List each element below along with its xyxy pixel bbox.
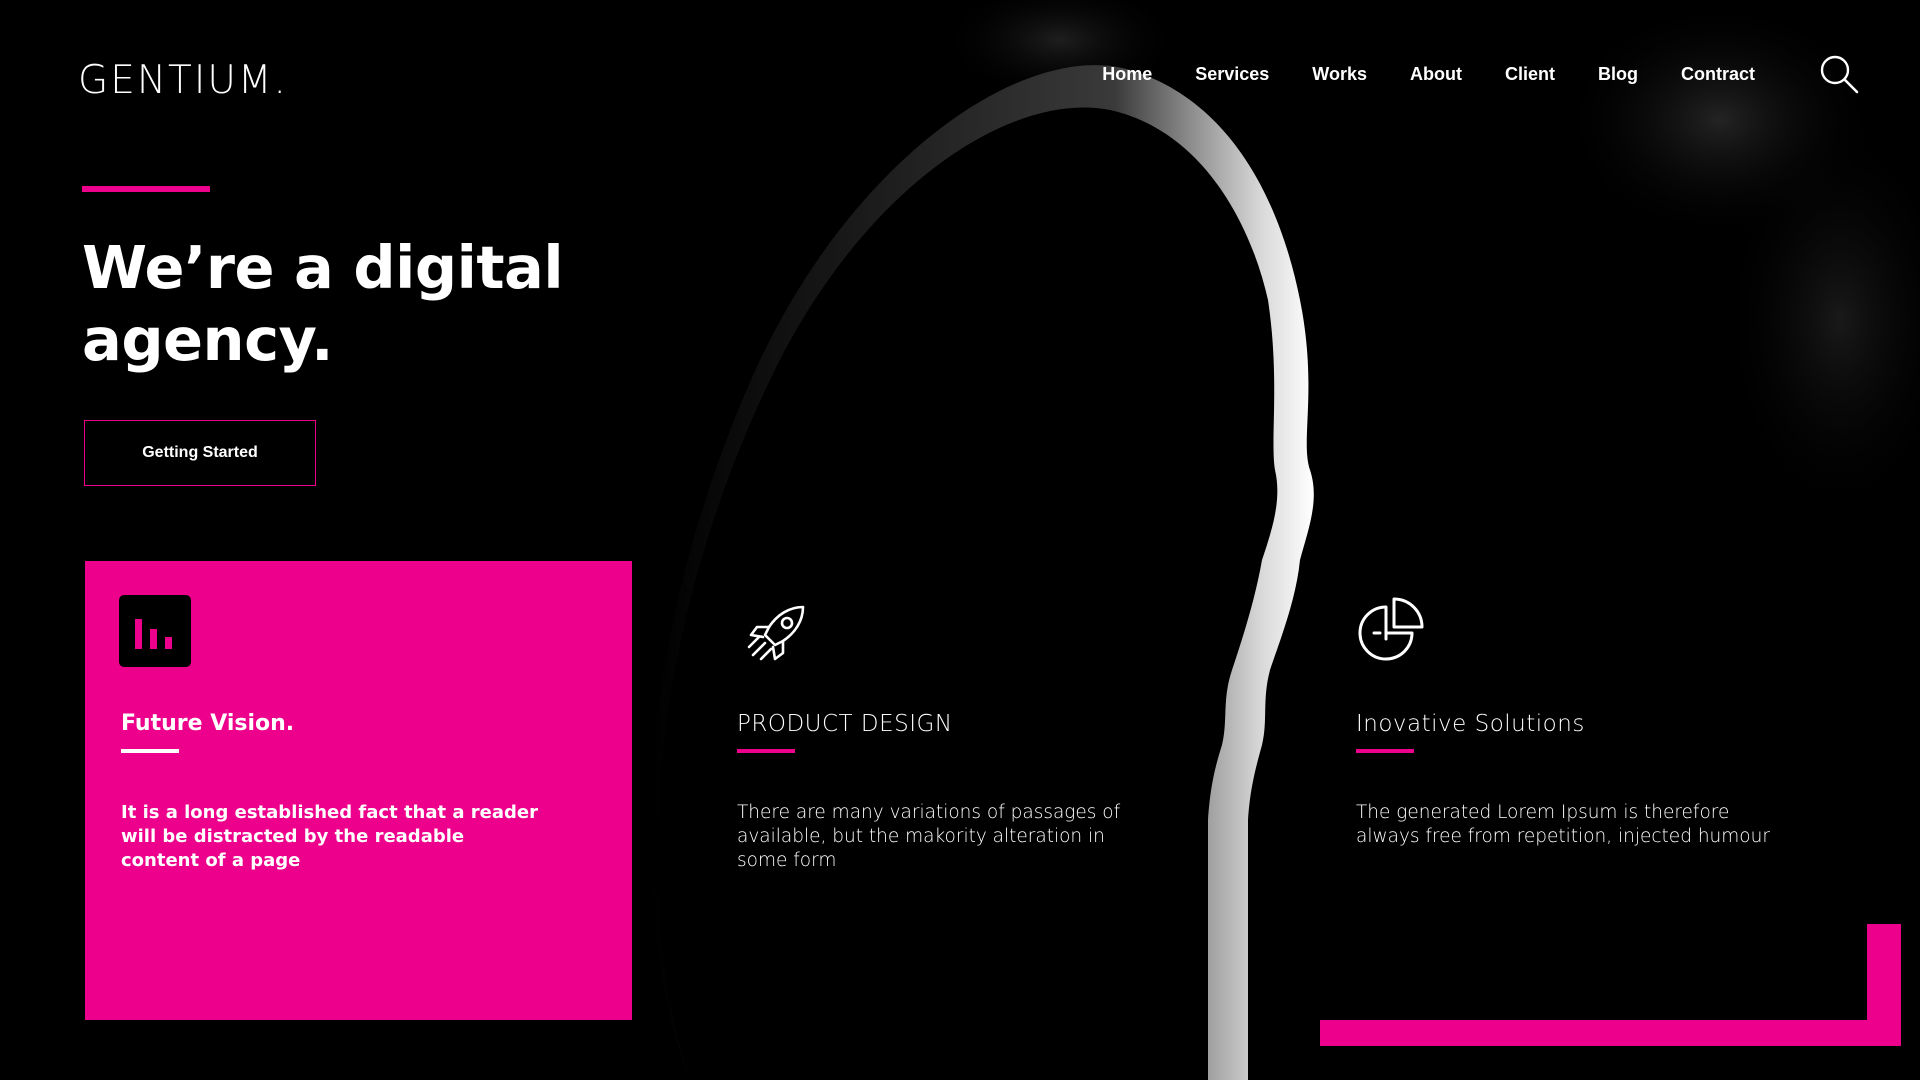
feature-title-underline [1356,749,1414,753]
hero-title: We’re a digital agency. [82,232,602,376]
main-nav: Home Services Works About Client Blog Co… [1102,64,1755,85]
hero-title-line-1: We’re a digital [82,233,564,302]
feature-card-inovative-solutions[interactable]: Inovative Solutions The generated Lorem … [1320,561,1867,1020]
pie-chart-icon [1358,597,1424,661]
feature-title: Future Vision. [121,711,295,736]
decorative-corner-bottom [1320,1020,1901,1046]
hero-accent-line [82,186,210,192]
feature-card-product-design[interactable]: PRODUCT DESIGN There are many variations… [701,561,1248,1020]
nav-item-blog[interactable]: Blog [1598,64,1638,85]
brand-logo[interactable]: GENTIUM. [78,58,288,103]
feature-description: The generated Lorem Ipsum is therefore a… [1356,802,1770,847]
nav-item-works[interactable]: Works [1312,64,1367,85]
nav-item-about[interactable]: About [1410,64,1462,85]
feature-title-underline [121,749,179,753]
feature-description: There are many variations of passages of… [737,802,1121,871]
nav-item-contract[interactable]: Contract [1681,64,1755,85]
search-icon[interactable] [1819,54,1859,94]
decorative-corner-right [1867,924,1901,1046]
nav-item-services[interactable]: Services [1195,64,1269,85]
feature-title-underline [737,749,795,753]
feature-title: PRODUCT DESIGN [737,711,953,737]
feature-description: It is a long established fact that a rea… [121,802,538,871]
nav-item-home[interactable]: Home [1102,64,1152,85]
rocket-icon [747,605,805,661]
nav-item-client[interactable]: Client [1505,64,1555,85]
feature-title: Inovative Solutions [1356,711,1585,737]
bar-chart-icon [119,595,191,667]
getting-started-button[interactable]: Getting Started [84,420,316,486]
feature-card-future-vision[interactable]: Future Vision. It is a long established … [85,561,632,1020]
hero-title-line-2: agency. [82,305,334,374]
